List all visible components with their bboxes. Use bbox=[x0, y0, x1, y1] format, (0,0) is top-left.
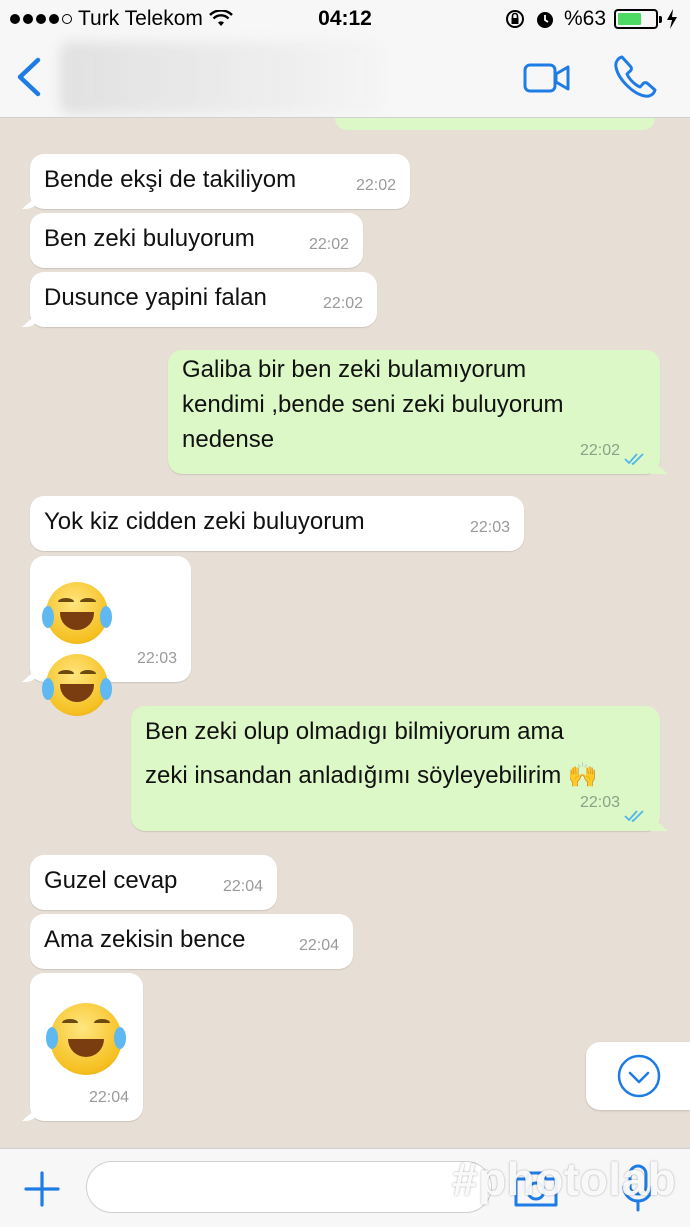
chevron-down-circle-icon bbox=[617, 1054, 661, 1098]
incoming-message[interactable]: Yok kiz cidden zeki buluyorum 22:03 bbox=[30, 496, 524, 551]
read-receipt-icon bbox=[624, 810, 644, 823]
message-text-line: Ben zeki olup olmadıgı bilmiyorum ama bbox=[145, 718, 564, 745]
message-time: 22:04 bbox=[298, 937, 339, 954]
message-time: 22:04 bbox=[88, 1089, 129, 1106]
watermark: #photolab bbox=[452, 1153, 677, 1205]
message-text: Guzel cevap bbox=[44, 867, 178, 894]
battery-icon bbox=[614, 9, 662, 29]
message-time: 22:04 bbox=[222, 878, 263, 895]
message-text: Ben zeki buluyorum bbox=[44, 225, 255, 252]
status-bar: Turk Telekom 04:12 %63 bbox=[0, 0, 690, 38]
incoming-message[interactable]: Ama zekisin bence 22:04 bbox=[30, 914, 353, 969]
message-time: 22:03 bbox=[469, 519, 510, 536]
message-text: Ama zekisin bence bbox=[44, 926, 246, 953]
outgoing-message[interactable]: Galiba bir ben zeki bulamıyorum kendimi … bbox=[168, 350, 660, 474]
incoming-message[interactable]: Dusunce yapini falan 22:02 bbox=[30, 272, 377, 327]
battery-percentage: %63 bbox=[563, 7, 606, 30]
message-text: Dusunce yapini falan bbox=[44, 284, 267, 311]
message-time: 22:02 bbox=[308, 236, 349, 253]
back-button[interactable] bbox=[8, 52, 52, 102]
message-text-line: nedense bbox=[182, 426, 275, 453]
message-text: Yok kiz cidden zeki buluyorum bbox=[44, 508, 365, 535]
phone-icon bbox=[614, 55, 657, 98]
video-call-button[interactable] bbox=[522, 58, 572, 98]
plus-icon bbox=[24, 1171, 60, 1207]
charging-bolt-icon bbox=[667, 9, 677, 29]
attach-button[interactable] bbox=[22, 1169, 62, 1209]
alarm-icon bbox=[536, 12, 553, 28]
incoming-emoji-message[interactable]: 22:04 bbox=[30, 973, 143, 1121]
chevron-left-icon bbox=[17, 57, 41, 97]
message-text-line: Galiba bir ben zeki bulamıyorum bbox=[182, 356, 527, 383]
incoming-message[interactable]: Ben zeki buluyorum 22:02 bbox=[30, 213, 363, 268]
face-with-tears-of-joy-icon bbox=[42, 582, 112, 644]
message-time: 22:03 bbox=[136, 650, 177, 667]
message-text-line: kendimi ,bende seni zeki buluyorum bbox=[182, 391, 564, 418]
message-time: 22:02 bbox=[355, 177, 396, 194]
message-time: 22:03 bbox=[579, 794, 620, 811]
message-text: Bende ekşi de takiliyom bbox=[44, 166, 297, 193]
video-camera-icon bbox=[523, 63, 570, 93]
status-right: %63 bbox=[504, 7, 678, 31]
chat-area[interactable]: Bende ekşi de takiliyom 22:02 Ben zeki b… bbox=[0, 118, 690, 1148]
contact-info-blurred[interactable] bbox=[60, 42, 380, 114]
face-with-tears-of-joy-icon bbox=[42, 654, 112, 716]
message-time: 22:02 bbox=[579, 442, 620, 459]
face-with-tears-of-joy-icon bbox=[46, 1003, 126, 1075]
outgoing-message[interactable]: Ben zeki olup olmadıgı bilmiyorum ama ze… bbox=[131, 706, 660, 831]
previous-outgoing-message-partial bbox=[335, 118, 655, 130]
rotation-lock-icon bbox=[505, 10, 524, 28]
chat-header bbox=[0, 38, 690, 118]
incoming-message[interactable]: Bende ekşi de takiliyom 22:02 bbox=[30, 154, 410, 209]
read-receipt-icon bbox=[624, 453, 644, 466]
message-text-line: zeki insandan anladığımı söyleyebilirim … bbox=[145, 762, 598, 789]
message-input[interactable] bbox=[86, 1161, 492, 1213]
incoming-emoji-message[interactable]: 22:03 bbox=[30, 556, 191, 716]
incoming-message[interactable]: Guzel cevap 22:04 bbox=[30, 855, 277, 910]
voice-call-button[interactable] bbox=[610, 52, 660, 102]
scroll-to-bottom-button[interactable] bbox=[586, 1042, 690, 1110]
message-time: 22:02 bbox=[322, 295, 363, 312]
